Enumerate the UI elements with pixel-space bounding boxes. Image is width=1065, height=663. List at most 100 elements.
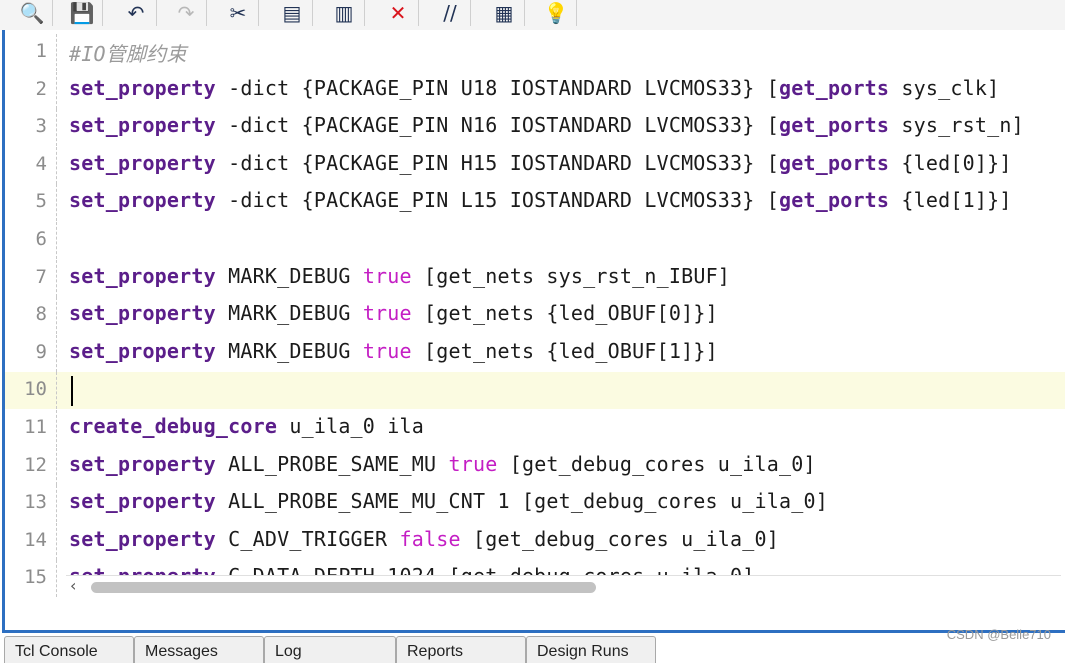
code-line[interactable]: 11 create_debug_core u_ila_0 ila [5,410,1065,447]
code-line[interactable]: 4 set_property -dict {PACKAGE_PIN H15 IOS… [5,146,1065,184]
line-number: 8 [35,303,47,326]
code-text: set_property -dict {PACKAGE_PIN H15 IOST… [69,151,1012,175]
line-number: 4 [35,152,47,175]
line-number: 14 [24,528,47,551]
line-number: 15 [24,566,47,589]
undo-button[interactable]: ↶ [116,0,157,26]
keyword-token: set_property [69,526,216,551]
code-token: [get_debug_cores u_ila_0] [497,451,816,476]
gutter-divider [56,71,57,109]
gutter-divider [56,447,57,485]
boolean-token: true [362,338,412,363]
keyword-token: set_property [69,150,216,175]
code-token: [get_nets {led_OBUF[0]}] [411,301,718,326]
gutter-divider [56,109,57,147]
code-line[interactable]: 12 set_property ALL_PROBE_SAME_MU true [g… [5,447,1065,485]
code-line[interactable]: 3 set_property -dict {PACKAGE_PIN N16 IOS… [5,109,1065,147]
paste-button[interactable]: ▥ [324,0,365,26]
watermark: CSDN @Belle710 [946,627,1051,642]
line-number: 2 [35,77,47,100]
code-token: sys_clk] [889,75,1000,100]
gutter-divider [56,372,57,410]
comment-button[interactable]: // [430,0,471,26]
bottom-tab-bar: Tcl Console Messages Log Reports Design Runs [0,636,1065,663]
boolean-token: false [399,526,461,551]
code-token: -dict {PACKAGE_PIN L15 IOSTANDARD LVCMOS… [215,188,779,213]
gutter-divider [56,259,57,297]
keyword-token: set_property [69,338,216,363]
code-text: set_property ALL_PROBE_SAME_MU_CNT 1 [ge… [69,489,828,513]
boolean-token: true [448,451,498,476]
code-text: #IO管脚约束 [69,38,187,67]
keyword-token: get_ports [779,188,890,213]
code-line[interactable]: 10 [5,372,1065,410]
code-line[interactable]: 5 set_property -dict {PACKAGE_PIN L15 IOS… [5,184,1065,222]
keyword-token: set_property [69,113,216,138]
editor-toolbar: 🔍 💾 ↶ ↷ ✂ ▤ ▥ ✕ // ▦ 💡 [0,0,1065,30]
line-number: 10 [24,378,47,401]
gutter-divider [56,485,57,523]
code-text: set_property -dict {PACKAGE_PIN N16 IOST… [69,113,1024,137]
tab-reports[interactable]: Reports [396,636,526,663]
code-line[interactable]: 2 set_property -dict {PACKAGE_PIN U18 IOS… [5,71,1065,109]
keyword-token: set_property [69,301,216,326]
gutter-divider [56,297,57,335]
gutter-divider [56,410,57,447]
scroll-left-icon[interactable]: ‹ [70,576,76,595]
save-button[interactable]: 💾 [62,0,103,26]
boolean-token: true [362,301,412,326]
columns-button[interactable]: ▦ [484,0,525,26]
code-line[interactable]: 13 set_property ALL_PROBE_SAME_MU_CNT 1 [… [5,485,1065,523]
keyword-token: create_debug_core [69,414,278,438]
code-text: set_property -dict {PACKAGE_PIN L15 IOST… [69,188,1012,212]
lightbulb-icon: 💡 [543,1,569,25]
keyword-token: get_ports [779,75,890,100]
save-icon: 💾 [69,1,95,25]
code-token: -dict {PACKAGE_PIN H15 IOSTANDARD LVCMOS… [215,150,779,175]
code-token: MARK_DEBUG [215,263,363,288]
code-text: set_property -dict {PACKAGE_PIN U18 IOST… [69,76,999,100]
code-line[interactable]: 14 set_property C_ADV_TRIGGER false [get_… [5,522,1065,560]
code-text: set_property MARK_DEBUG true [get_nets {… [69,301,718,325]
code-token: [get_nets sys_rst_n_IBUF] [411,263,731,288]
tab-design-runs[interactable]: Design Runs [526,636,656,663]
tab-tcl-console[interactable]: Tcl Console [4,636,134,663]
code-token: MARK_DEBUG [215,301,363,326]
line-number: 13 [24,491,47,514]
keyword-token: set_property [69,451,216,476]
code-token: ALL_PROBE_SAME_MU_CNT 1 [get_debug_cores… [215,489,828,514]
code-token: u_ila_0 ila [277,414,425,438]
tab-messages[interactable]: Messages [134,636,264,663]
delete-button[interactable]: ✕ [378,0,419,26]
cut-button[interactable]: ✂ [218,0,259,26]
line-number: 6 [35,228,47,250]
code-token: -dict {PACKAGE_PIN U18 IOSTANDARD LVCMOS… [215,75,779,100]
code-line[interactable]: 1 #IO管脚约束 [5,34,1065,71]
gutter-divider [56,146,57,184]
code-line[interactable]: 7 set_property MARK_DEBUG true [get_nets … [5,259,1065,297]
search-button[interactable]: 🔍 [12,0,53,26]
horizontal-scrollbar[interactable]: ‹ [66,575,1061,596]
line-number: 9 [35,340,47,363]
code-token: {led[1]}] [889,188,1012,213]
redo-button[interactable]: ↷ [166,0,207,26]
code-line[interactable]: 6 [5,222,1065,259]
code-token: C_ADV_TRIGGER [215,526,400,551]
scrollbar-thumb[interactable] [91,582,596,593]
copy-button[interactable]: ▤ [272,0,313,26]
paste-icon: ▥ [334,1,354,25]
code-editor[interactable]: 1 #IO管脚约束 2 set_property -dict {PACKAGE_PIN… [2,30,1065,633]
code-text: set_property MARK_DEBUG true [get_nets {… [69,339,718,363]
keyword-token: get_ports [779,113,890,138]
code-token: [get_nets {led_OBUF[1]}] [411,338,718,363]
code-line[interactable]: 9 set_property MARK_DEBUG true [get_nets … [5,334,1065,372]
code-line[interactable]: 8 set_property MARK_DEBUG true [get_nets … [5,297,1065,335]
copy-icon: ▤ [282,1,302,25]
line-number: 5 [35,190,47,213]
code-text: create_debug_core u_ila_0 ila [69,414,424,438]
tab-log[interactable]: Log [264,636,396,663]
hint-button[interactable]: 💡 [536,0,577,26]
code-token: sys_rst_n] [889,113,1024,138]
close-icon: ✕ [389,1,407,25]
undo-icon: ↶ [127,1,145,25]
